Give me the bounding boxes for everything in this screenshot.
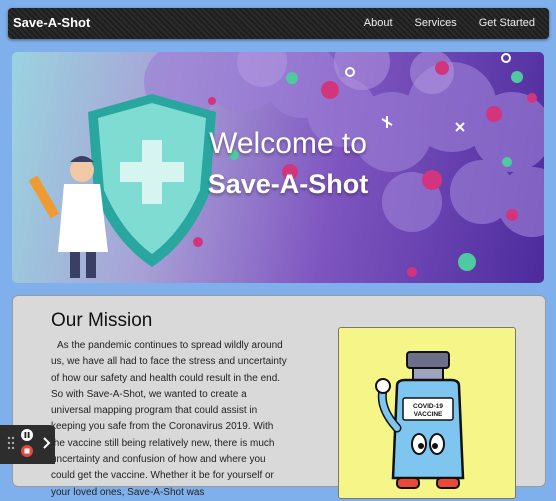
mission-card: Our Mission As the pandemic continues to… xyxy=(12,295,546,499)
nav-link-get-started[interactable]: Get Started xyxy=(479,17,535,29)
hero-banner: Welcome to Save-A-Shot xyxy=(12,52,544,283)
record-stop-icon[interactable] xyxy=(21,445,33,457)
nav-link-about[interactable]: About xyxy=(364,17,393,29)
hero-heading-line1: Welcome to xyxy=(209,127,367,160)
brand-logo[interactable]: Save-A-Shot xyxy=(13,15,90,30)
nav-link-services[interactable]: Services xyxy=(415,17,457,29)
drag-handle-icon[interactable] xyxy=(7,436,15,450)
vaccine-mascot-icon: COVID-19 VACCINE xyxy=(375,351,465,489)
nav-links: About Services Get Started xyxy=(364,17,535,29)
pause-icon[interactable] xyxy=(21,429,33,441)
mission-paragraph: As the pandemic continues to spread wild… xyxy=(51,340,287,498)
vaccine-label-text: COVID-19 xyxy=(413,403,443,410)
hero-heading-line2: Save-A-Shot xyxy=(207,169,369,199)
chevron-right-icon[interactable] xyxy=(43,437,51,449)
recording-widget xyxy=(0,425,55,464)
svg-text:VACCINE: VACCINE xyxy=(414,411,443,418)
vaccine-mascot-image: COVID-19 VACCINE xyxy=(338,327,516,499)
mission-title: Our Mission xyxy=(51,310,153,331)
navbar: Save-A-Shot About Services Get Started xyxy=(8,8,549,39)
hero-illustration xyxy=(28,52,544,278)
